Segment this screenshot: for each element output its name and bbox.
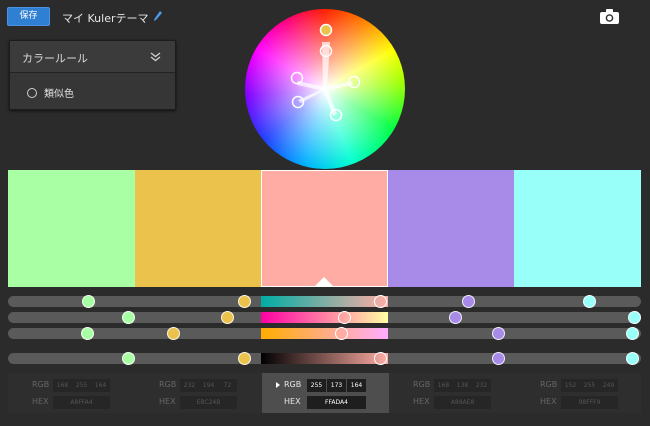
slider-knob[interactable] — [238, 352, 251, 365]
value-column-3-selected: RGB 255 173 164 HEX FFADA4 — [262, 373, 389, 413]
rgb-label: RGB — [540, 380, 558, 389]
slider-knob[interactable] — [122, 352, 135, 365]
swatch-1[interactable] — [8, 170, 135, 287]
selected-pointer-icon — [314, 277, 335, 287]
slider-knob[interactable] — [583, 295, 596, 308]
slider-blue[interactable] — [8, 327, 641, 340]
b-field[interactable]: 232 — [472, 379, 491, 392]
color-rule-title: カラールール — [22, 52, 88, 65]
rgb-label: RGB — [284, 380, 302, 389]
color-rule-header[interactable]: カラールール — [10, 41, 175, 73]
wheel-handle-2 — [319, 23, 333, 37]
value-column-1: RGB 168 255 164 HEX A8FFA4 — [8, 373, 135, 413]
slider-knob[interactable] — [462, 295, 475, 308]
rgb-label: RGB — [159, 380, 177, 389]
wheel-handle-5 — [329, 108, 343, 122]
color-wheel-handles[interactable] — [245, 9, 405, 169]
slider-knob[interactable] — [82, 295, 95, 308]
hex-label: HEX — [284, 397, 301, 406]
theme-name[interactable]: マイ Kulerテーマ — [62, 10, 148, 26]
swatch-5[interactable] — [514, 170, 641, 287]
rgb-label: RGB — [32, 380, 50, 389]
r-field[interactable]: 232 — [180, 379, 199, 392]
slider-knob[interactable] — [167, 327, 180, 340]
slider-knob[interactable] — [122, 311, 135, 324]
r-field[interactable]: 168 — [434, 379, 453, 392]
hex-label: HEX — [540, 397, 557, 406]
swatch-row — [8, 170, 641, 287]
hex-label: HEX — [32, 397, 49, 406]
rule-option-analogous[interactable]: 類似色 — [27, 85, 74, 100]
b-field[interactable]: 72 — [218, 379, 237, 392]
slider-active-gradient — [261, 296, 388, 307]
value-readouts: RGB 168 255 164 HEX A8FFA4 RGB 232 194 7… — [8, 373, 641, 413]
g-field[interactable]: 255 — [580, 379, 599, 392]
slider-knob[interactable] — [626, 327, 639, 340]
save-button[interactable]: 保存 — [7, 7, 50, 26]
r-field[interactable]: 168 — [53, 379, 72, 392]
slider-knob-selected[interactable] — [335, 327, 348, 340]
pencil-icon[interactable] — [153, 10, 163, 23]
radio-icon[interactable] — [27, 87, 37, 98]
slider-green[interactable] — [8, 311, 641, 324]
g-field[interactable]: 255 — [72, 379, 91, 392]
rgb-label: RGB — [413, 380, 431, 389]
rule-option-label: 類似色 — [44, 89, 74, 100]
slider-red[interactable] — [8, 295, 641, 308]
g-field[interactable]: 194 — [199, 379, 218, 392]
hex-field[interactable]: A88AE8 — [434, 396, 491, 409]
b-field[interactable]: 164 — [347, 379, 366, 392]
hex-label: HEX — [159, 397, 176, 406]
slider-knob[interactable] — [238, 295, 251, 308]
value-column-4: RGB 168 138 232 HEX A88AE8 — [389, 373, 516, 413]
slider-active-gradient — [261, 353, 388, 364]
color-wheel[interactable] — [245, 9, 405, 169]
color-rule-panel: カラールール 類似色 — [9, 40, 176, 110]
slider-knob[interactable] — [626, 352, 639, 365]
slider-knob-selected[interactable] — [374, 352, 387, 365]
swatch-4[interactable] — [387, 170, 515, 287]
hex-field[interactable]: FFADA4 — [307, 396, 366, 409]
slider-knob[interactable] — [628, 311, 641, 324]
slider-knob[interactable] — [81, 327, 94, 340]
slider-knob[interactable] — [492, 327, 505, 340]
slider-knob[interactable] — [492, 352, 505, 365]
b-field[interactable]: 164 — [91, 379, 110, 392]
swatch-2[interactable] — [134, 170, 262, 287]
slider-knob[interactable] — [449, 311, 462, 324]
g-field[interactable]: 138 — [453, 379, 472, 392]
hex-field[interactable]: EBC24B — [180, 396, 237, 409]
slider-knob-selected[interactable] — [338, 311, 351, 324]
r-field[interactable]: 152 — [561, 379, 580, 392]
value-column-5: RGB 152 255 249 HEX 98FFF9 — [516, 373, 643, 413]
slider-brightness[interactable] — [8, 352, 641, 365]
slider-active-gradient — [261, 328, 388, 339]
slider-knob[interactable] — [221, 311, 234, 324]
wheel-handle-1 — [290, 71, 304, 85]
hex-label: HEX — [413, 397, 430, 406]
expand-triangle-icon[interactable] — [276, 382, 280, 388]
hex-field[interactable]: 98FFF9 — [561, 396, 618, 409]
b-field[interactable]: 249 — [599, 379, 618, 392]
swatch-3-selected[interactable] — [261, 170, 388, 287]
double-chevron-down-icon[interactable] — [150, 51, 161, 62]
slider-knob-selected[interactable] — [374, 295, 387, 308]
camera-icon[interactable] — [600, 9, 619, 24]
hex-field[interactable]: A8FFA4 — [53, 396, 110, 409]
r-field[interactable]: 255 — [307, 379, 326, 392]
slider-active-gradient — [261, 312, 388, 323]
value-column-2: RGB 232 194 72 HEX EBC24B — [135, 373, 262, 413]
g-field[interactable]: 173 — [327, 379, 346, 392]
